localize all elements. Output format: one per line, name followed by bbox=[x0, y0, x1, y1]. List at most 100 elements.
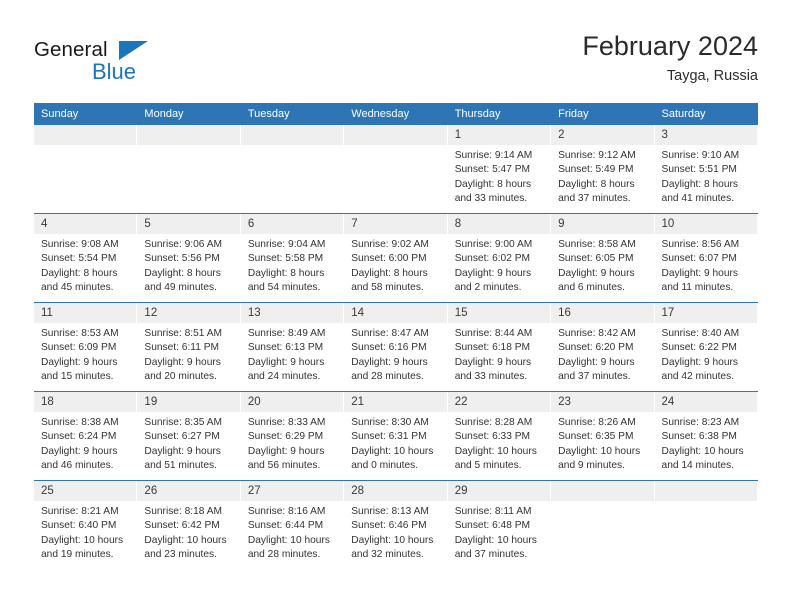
day-details: Sunrise: 8:51 AM Sunset: 6:11 PM Daylight:… bbox=[137, 323, 240, 385]
calendar-day-cell[interactable]: 12 Sunrise: 8:51 AM Sunset: 6:11 PM Dayligh… bbox=[137, 303, 241, 391]
calendar-day-cell[interactable]: 26 Sunrise: 8:18 AM Sunset: 6:42 PM Dayligh… bbox=[137, 481, 241, 569]
calendar-day-cell[interactable]: 24 Sunrise: 8:23 AM Sunset: 6:38 PM Dayligh… bbox=[654, 392, 758, 480]
day-details: Sunrise: 8:28 AM Sunset: 6:33 PM Daylight:… bbox=[448, 412, 551, 474]
calendar-day-cell[interactable]: 1 Sunrise: 9:14 AM Sunset: 5:47 PM Daylight… bbox=[447, 125, 552, 213]
day-detail-line: Daylight: 10 hours bbox=[558, 445, 641, 457]
calendar-day-cell[interactable]: 20 Sunrise: 8:33 AM Sunset: 6:29 PM Dayligh… bbox=[240, 392, 345, 480]
calendar-day-cell[interactable]: 21 Sunrise: 8:30 AM Sunset: 6:31 PM Dayligh… bbox=[344, 392, 448, 480]
weekday-header-thursday: Thursday bbox=[454, 108, 501, 120]
day-detail-line: and 37 minutes. bbox=[454, 549, 528, 561]
day-detail-line: Daylight: 10 hours bbox=[351, 445, 434, 457]
calendar-day-cell[interactable]: 22 Sunrise: 8:28 AM Sunset: 6:33 PM Dayligh… bbox=[447, 392, 552, 480]
day-details: Sunrise: 8:40 AM Sunset: 6:22 PM Daylight:… bbox=[655, 323, 758, 385]
day-detail-line: and 15 minutes. bbox=[41, 371, 114, 383]
calendar-day-cell-empty bbox=[654, 481, 758, 569]
day-detail-line: and 2 minutes. bbox=[454, 282, 522, 294]
day-details: Sunrise: 8:18 AM Sunset: 6:42 PM Daylight:… bbox=[137, 501, 240, 563]
day-number: 23 bbox=[551, 392, 655, 412]
calendar-day-cell[interactable]: 16 Sunrise: 8:42 AM Sunset: 6:20 PM Dayligh… bbox=[551, 303, 655, 391]
calendar-day-cell[interactable]: 29 Sunrise: 8:11 AM Sunset: 6:48 PM Dayligh… bbox=[447, 481, 552, 569]
day-detail-line: and 24 minutes. bbox=[247, 371, 321, 383]
weekday-header-wednesday: Wednesday bbox=[351, 108, 410, 120]
day-detail-line: Sunrise: 8:11 AM bbox=[454, 506, 532, 517]
day-detail-line: Sunset: 6:11 PM bbox=[144, 342, 219, 354]
day-number: 27 bbox=[240, 481, 345, 501]
calendar-day-cell[interactable]: 17 Sunrise: 8:40 AM Sunset: 6:22 PM Dayligh… bbox=[654, 303, 758, 391]
day-detail-line: and 54 minutes. bbox=[247, 282, 321, 294]
day-detail-line: Daylight: 10 hours bbox=[661, 445, 744, 457]
day-details bbox=[241, 145, 344, 149]
day-number: 26 bbox=[137, 481, 241, 501]
calendar-day-cell[interactable]: 27 Sunrise: 8:16 AM Sunset: 6:44 PM Dayligh… bbox=[240, 481, 345, 569]
day-detail-line: Sunrise: 8:51 AM bbox=[144, 328, 223, 339]
calendar-day-cell[interactable]: 23 Sunrise: 8:26 AM Sunset: 6:35 PM Dayligh… bbox=[551, 392, 655, 480]
day-detail-line: and 6 minutes. bbox=[558, 282, 625, 294]
day-detail-line: Sunrise: 8:21 AM bbox=[41, 506, 119, 517]
day-detail-line: and 5 minutes. bbox=[454, 460, 522, 472]
calendar-week-row: 4 Sunrise: 9:08 AM Sunset: 5:54 PM Daylight… bbox=[34, 213, 758, 302]
day-number: 9 bbox=[551, 214, 655, 234]
day-detail-line: Sunset: 6:16 PM bbox=[351, 342, 427, 354]
day-detail-line: Daylight: 10 hours bbox=[454, 534, 537, 546]
calendar-day-cell[interactable]: 3 Sunrise: 9:10 AM Sunset: 5:51 PM Daylight… bbox=[654, 125, 758, 213]
day-detail-line: Daylight: 9 hours bbox=[351, 356, 428, 368]
day-details: Sunrise: 8:33 AM Sunset: 6:29 PM Daylight:… bbox=[241, 412, 344, 474]
day-detail-line: Daylight: 8 hours bbox=[144, 267, 221, 279]
day-detail-line: Sunset: 6:27 PM bbox=[144, 431, 220, 443]
weekday-header-saturday: Saturday bbox=[661, 108, 706, 120]
calendar-day-cell[interactable]: 14 Sunrise: 8:47 AM Sunset: 6:16 PM Dayligh… bbox=[344, 303, 448, 391]
calendar-day-cell[interactable]: 18 Sunrise: 8:38 AM Sunset: 6:24 PM Dayligh… bbox=[34, 392, 138, 480]
day-number: 4 bbox=[34, 214, 138, 234]
day-detail-line: and 33 minutes. bbox=[454, 193, 528, 205]
calendar-day-cell[interactable]: 10 Sunrise: 8:56 AM Sunset: 6:07 PM Dayligh… bbox=[654, 214, 758, 302]
calendar-day-cell[interactable]: 5 Sunrise: 9:06 AM Sunset: 5:56 PM Daylight… bbox=[137, 214, 241, 302]
calendar-day-cell-empty bbox=[34, 125, 138, 213]
day-number bbox=[34, 125, 138, 145]
day-details: Sunrise: 8:30 AM Sunset: 6:31 PM Daylight:… bbox=[344, 412, 447, 474]
day-detail-line: Sunset: 6:29 PM bbox=[247, 431, 324, 443]
day-details: Sunrise: 8:49 AM Sunset: 6:13 PM Daylight:… bbox=[241, 323, 344, 385]
day-detail-line: Daylight: 9 hours bbox=[247, 356, 325, 368]
day-detail-line: Sunrise: 8:23 AM bbox=[661, 417, 740, 428]
day-number: 13 bbox=[240, 303, 345, 323]
day-details: Sunrise: 8:47 AM Sunset: 6:16 PM Daylight:… bbox=[344, 323, 447, 385]
calendar-day-cell[interactable]: 2 Sunrise: 9:12 AM Sunset: 5:49 PM Daylight… bbox=[551, 125, 655, 213]
calendar-day-cell[interactable]: 8 Sunrise: 9:00 AM Sunset: 6:02 PM Daylight… bbox=[447, 214, 552, 302]
calendar-day-cell[interactable]: 25 Sunrise: 8:21 AM Sunset: 6:40 PM Dayligh… bbox=[34, 481, 138, 569]
weekday-header-sunday: Sunday bbox=[41, 108, 79, 120]
day-details: Sunrise: 8:11 AM Sunset: 6:48 PM Daylight:… bbox=[448, 501, 551, 563]
day-detail-line: Sunset: 5:58 PM bbox=[247, 253, 324, 265]
day-detail-line: and 9 minutes. bbox=[558, 460, 625, 472]
day-detail-line: Sunrise: 9:04 AM bbox=[247, 239, 326, 250]
day-details bbox=[551, 501, 654, 505]
calendar-day-cell[interactable]: 6 Sunrise: 9:04 AM Sunset: 5:58 PM Daylight… bbox=[240, 214, 345, 302]
day-number: 15 bbox=[447, 303, 552, 323]
calendar-day-cell[interactable]: 11 Sunrise: 8:53 AM Sunset: 6:09 PM Dayligh… bbox=[34, 303, 138, 391]
calendar-grid: Sunday Monday Tuesday Wednesday Thursday Frid… bbox=[34, 103, 758, 569]
day-number: 6 bbox=[240, 214, 345, 234]
day-detail-line: Sunrise: 8:56 AM bbox=[661, 239, 740, 250]
day-details: Sunrise: 8:35 AM Sunset: 6:27 PM Daylight:… bbox=[137, 412, 240, 474]
day-number: 20 bbox=[240, 392, 345, 412]
calendar-day-cell[interactable]: 4 Sunrise: 9:08 AM Sunset: 5:54 PM Daylight… bbox=[34, 214, 138, 302]
calendar-day-cell-empty bbox=[240, 125, 345, 213]
calendar-day-cell[interactable]: 28 Sunrise: 8:13 AM Sunset: 6:46 PM Dayligh… bbox=[344, 481, 448, 569]
day-detail-line: Daylight: 10 hours bbox=[41, 534, 124, 546]
day-detail-line: and 42 minutes. bbox=[661, 371, 735, 383]
page-subtitle: Tayga, Russia bbox=[666, 68, 758, 84]
day-detail-line: Daylight: 10 hours bbox=[247, 534, 330, 546]
calendar-day-cell[interactable]: 19 Sunrise: 8:35 AM Sunset: 6:27 PM Dayligh… bbox=[137, 392, 241, 480]
calendar-day-cell-empty bbox=[344, 125, 448, 213]
day-details: Sunrise: 8:21 AM Sunset: 6:40 PM Daylight:… bbox=[34, 501, 137, 563]
calendar-day-cell[interactable]: 13 Sunrise: 8:49 AM Sunset: 6:13 PM Dayligh… bbox=[240, 303, 345, 391]
day-detail-line: and 14 minutes. bbox=[661, 460, 735, 472]
calendar-day-cell[interactable]: 9 Sunrise: 8:58 AM Sunset: 6:05 PM Daylight… bbox=[551, 214, 655, 302]
day-number: 25 bbox=[34, 481, 138, 501]
day-number: 1 bbox=[447, 125, 552, 145]
day-detail-line: Daylight: 9 hours bbox=[454, 267, 532, 279]
calendar-day-cell[interactable]: 7 Sunrise: 9:02 AM Sunset: 6:00 PM Daylight… bbox=[344, 214, 448, 302]
calendar-day-cell[interactable]: 15 Sunrise: 8:44 AM Sunset: 6:18 PM Dayligh… bbox=[447, 303, 552, 391]
day-detail-line: Daylight: 8 hours bbox=[351, 267, 428, 279]
day-detail-line: and 56 minutes. bbox=[247, 460, 321, 472]
general-blue-logo[interactable]: General Blue bbox=[34, 38, 204, 88]
